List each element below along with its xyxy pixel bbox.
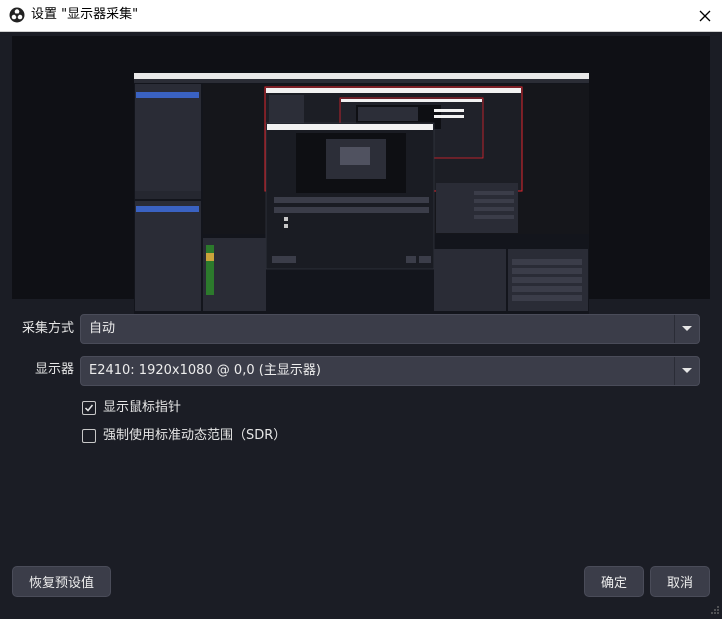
- display-label: 显示器: [35, 362, 75, 377]
- close-icon: [699, 10, 711, 21]
- chevron-down-icon: [682, 326, 692, 331]
- restore-defaults-button[interactable]: 恢复预设值: [12, 566, 111, 597]
- ok-button[interactable]: 确定: [584, 566, 644, 597]
- capture-method-select[interactable]: 自动: [80, 314, 700, 344]
- force-sdr-checkbox[interactable]: 强制使用标准动态范围（SDR）: [82, 428, 286, 444]
- show-cursor-checkbox[interactable]: 显示鼠标指针: [82, 400, 181, 416]
- close-button[interactable]: [688, 0, 722, 31]
- chevron-down-icon: [682, 368, 692, 373]
- display-select[interactable]: E2410: 1920x1080 @ 0,0 (主显示器): [80, 356, 700, 386]
- capture-method-dropdown-button[interactable]: [674, 315, 699, 343]
- obs-logo-icon: [9, 7, 25, 23]
- display-dropdown-button[interactable]: [674, 357, 699, 385]
- force-sdr-label: 强制使用标准动态范围（SDR）: [103, 428, 287, 443]
- show-cursor-label: 显示鼠标指针: [103, 400, 182, 415]
- capture-method-label: 采集方式: [22, 321, 75, 336]
- show-cursor-box[interactable]: [82, 401, 96, 415]
- display-preview-image: [134, 73, 589, 329]
- check-icon: [84, 404, 94, 412]
- force-sdr-box[interactable]: [82, 429, 96, 443]
- resize-grip-icon[interactable]: [710, 600, 720, 614]
- properties-dialog: 采集方式 自动 显示器 E2410: 1920x1080 @ 0,0 (主显示器…: [0, 32, 722, 614]
- display-value: E2410: 1920x1080 @ 0,0 (主显示器): [89, 363, 321, 378]
- cancel-button[interactable]: 取消: [650, 566, 710, 597]
- title-bar: 设置 "显示器采集": [0, 0, 722, 32]
- capture-method-value: 自动: [89, 321, 116, 336]
- window-title: 设置 "显示器采集": [31, 7, 139, 22]
